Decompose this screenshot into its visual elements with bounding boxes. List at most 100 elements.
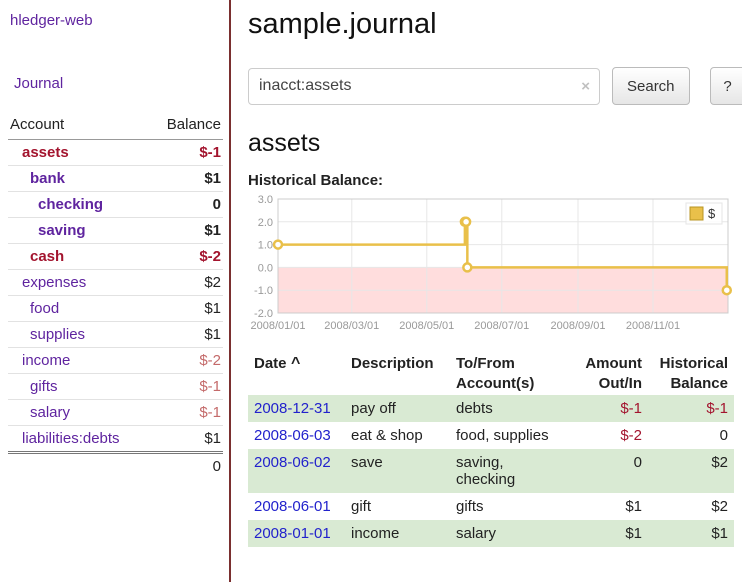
register-col-date[interactable]: Date ^ — [248, 352, 345, 395]
transaction-date-link[interactable]: 2008-01-01 — [254, 525, 331, 542]
accounts-total-value: 0 — [149, 453, 223, 480]
register-cell-balance: $2 — [648, 449, 734, 493]
account-link[interactable]: food — [30, 300, 59, 317]
main-panel: sample.journal × Search ? assets Histori… — [231, 0, 742, 582]
clear-search-icon[interactable]: × — [581, 79, 590, 94]
sidebar: hledger-web Journal Account Balance asse… — [0, 0, 231, 582]
sidebar-item-journal[interactable]: Journal — [14, 75, 63, 92]
register-body: 2008-12-31pay offdebts$-1$-12008-06-03ea… — [248, 395, 734, 547]
account-row: food $1 — [8, 296, 223, 322]
register-row[interactable]: 2008-06-01giftgifts$1$2 — [248, 493, 734, 520]
accounts-header-account: Account — [8, 112, 149, 140]
register-cell-date: 2008-06-02 — [248, 449, 345, 493]
register-col-label: Date ^ — [254, 354, 339, 375]
account-balance: $-2 — [149, 244, 223, 270]
search-input[interactable] — [248, 68, 600, 105]
register-cell-date: 2008-01-01 — [248, 520, 345, 547]
svg-text:-1.0: -1.0 — [254, 285, 273, 297]
account-link[interactable]: supplies — [30, 326, 85, 343]
register-row[interactable]: 2008-01-01incomesalary$1$1 — [248, 520, 734, 547]
account-row: saving $1 — [8, 218, 223, 244]
account-link[interactable]: assets — [22, 144, 69, 161]
register-row[interactable]: 2008-12-31pay offdebts$-1$-1 — [248, 395, 734, 422]
account-row: assets$-1 — [8, 140, 223, 166]
register-cell-accounts: food, supplies — [450, 422, 568, 449]
account-balance: $1 — [149, 426, 223, 453]
balance-chart-svg: 3.02.01.00.0-1.0-2.02008/01/012008/03/01… — [248, 191, 734, 339]
register-col-amount: AmountOut/In — [568, 352, 648, 395]
transaction-date-link[interactable]: 2008-06-02 — [254, 454, 331, 471]
sort-asc-icon[interactable]: ^ — [287, 355, 301, 372]
register-col-label: To/From — [456, 354, 562, 374]
account-balance: 0 — [149, 192, 223, 218]
account-row: checking 0 — [8, 192, 223, 218]
register-cell-amount: $1 — [568, 493, 648, 520]
account-balance: $1 — [149, 218, 223, 244]
account-link[interactable]: salary — [30, 404, 70, 421]
svg-text:2008/11/01: 2008/11/01 — [626, 320, 680, 332]
account-row: liabilities:debts $1 — [8, 426, 223, 453]
transaction-date-link[interactable]: 2008-06-01 — [254, 498, 331, 515]
search-field-wrap: × — [248, 68, 600, 105]
account-balance: $1 — [149, 166, 223, 192]
account-link[interactable]: checking — [38, 196, 103, 213]
accounts-table: Account Balance assets$-1bank$1checking0… — [8, 112, 223, 479]
register-row[interactable]: 2008-06-03eat & shopfood, supplies$-20 — [248, 422, 734, 449]
account-link[interactable]: saving — [38, 222, 86, 239]
register-col-tofrom: To/FromAccount(s) — [450, 352, 568, 395]
register-cell-amount: $1 — [568, 520, 648, 547]
account-balance: $-1 — [149, 374, 223, 400]
account-link[interactable]: gifts — [30, 378, 58, 395]
register-cell-description: save — [345, 449, 450, 493]
account-balance: $2 — [149, 270, 223, 296]
account-row: salary $-1 — [8, 400, 223, 426]
accounts-header-balance: Balance — [149, 112, 223, 140]
chart-title: Historical Balance: — [248, 172, 742, 189]
register-cell-description: income — [345, 520, 450, 547]
register-cell-amount: $-2 — [568, 422, 648, 449]
account-row: income$-2 — [8, 348, 223, 374]
register-col-label: Historical — [654, 354, 728, 374]
account-balance: $-1 — [149, 400, 223, 426]
brand: hledger-web — [10, 12, 229, 29]
account-link[interactable]: bank — [30, 170, 65, 187]
transaction-date-link[interactable]: 2008-12-31 — [254, 400, 331, 417]
account-link[interactable]: liabilities:debts — [22, 430, 120, 447]
register-cell-balance: $1 — [648, 520, 734, 547]
svg-text:0.0: 0.0 — [258, 262, 273, 274]
svg-text:-2.0: -2.0 — [254, 308, 273, 320]
register-cell-description: pay off — [345, 395, 450, 422]
search-form: × Search ? — [248, 67, 742, 105]
register-header-row: Date ^DescriptionTo/FromAccount(s)Amount… — [248, 352, 734, 395]
register-col-label: Account(s) — [456, 374, 562, 394]
accounts-total-row: 0 — [8, 453, 223, 480]
account-row: gifts $-1 — [8, 374, 223, 400]
register-cell-description: gift — [345, 493, 450, 520]
svg-text:2.0: 2.0 — [258, 217, 273, 229]
account-link[interactable]: expenses — [22, 274, 86, 291]
app-title-link[interactable]: hledger-web — [10, 12, 93, 29]
register-cell-accounts: gifts — [450, 493, 568, 520]
svg-text:2008/03/01: 2008/03/01 — [324, 320, 379, 332]
register-col-label: Amount — [574, 354, 642, 374]
account-row: supplies $1 — [8, 322, 223, 348]
account-link[interactable]: cash — [30, 248, 64, 265]
svg-text:1.0: 1.0 — [258, 240, 273, 252]
help-button[interactable]: ? — [710, 67, 742, 105]
historical-balance-chart: 3.02.01.00.0-1.0-2.02008/01/012008/03/01… — [248, 191, 742, 342]
transaction-date-link[interactable]: 2008-06-03 — [254, 427, 331, 444]
search-button[interactable]: Search — [612, 67, 690, 105]
account-balance: $1 — [149, 296, 223, 322]
svg-text:$: $ — [708, 206, 716, 221]
account-balance: $1 — [149, 322, 223, 348]
account-link[interactable]: income — [22, 352, 70, 369]
account-title: assets — [248, 129, 742, 158]
accounts-total-spacer — [8, 453, 149, 480]
register-row[interactable]: 2008-06-02savesaving, checking0$2 — [248, 449, 734, 493]
register-col-label: Description — [351, 354, 444, 374]
account-row: cash $-2 — [8, 244, 223, 270]
app-window: hledger-web Journal Account Balance asse… — [0, 0, 742, 582]
account-row: bank $1 — [8, 166, 223, 192]
register-cell-date: 2008-06-03 — [248, 422, 345, 449]
sidebar-nav: Journal — [14, 75, 229, 92]
